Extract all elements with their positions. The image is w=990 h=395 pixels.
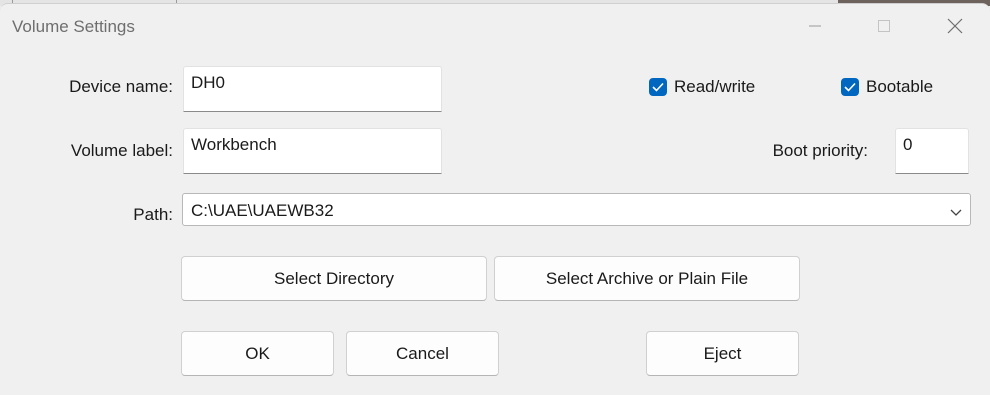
volume-label-label: Volume label: bbox=[70, 141, 173, 160]
checkmark-icon bbox=[844, 82, 856, 92]
close-icon bbox=[947, 18, 963, 34]
boot-priority-label: Boot priority: bbox=[772, 141, 868, 160]
read-write-check[interactable] bbox=[649, 78, 667, 96]
bootable-check[interactable] bbox=[841, 78, 859, 96]
dropdown-button[interactable] bbox=[950, 203, 962, 223]
boot-priority-field[interactable]: 0 bbox=[895, 128, 969, 174]
window-title: Volume Settings bbox=[12, 17, 135, 36]
minimize-button[interactable] bbox=[792, 4, 838, 48]
path-dropdown[interactable]: C:\UAE\UAEWB32 bbox=[182, 193, 971, 226]
volume-label-value: Workbench bbox=[191, 135, 277, 154]
device-name-field[interactable]: DH0 bbox=[183, 66, 442, 112]
maximize-icon bbox=[878, 20, 890, 32]
bootable-checkbox[interactable]: Bootable bbox=[841, 77, 933, 97]
volume-settings-dialog: Volume Settings Device name: DH0 Read/wr… bbox=[0, 3, 990, 395]
close-button[interactable] bbox=[932, 4, 978, 48]
title-bar[interactable]: Volume Settings bbox=[0, 4, 990, 48]
cancel-button[interactable]: Cancel bbox=[346, 331, 499, 376]
read-write-checkbox[interactable]: Read/write bbox=[649, 77, 755, 97]
boot-priority-value: 0 bbox=[903, 135, 913, 154]
path-value: C:\UAE\UAEWB32 bbox=[191, 201, 334, 220]
device-name-label: Device name: bbox=[69, 77, 173, 96]
select-archive-button[interactable]: Select Archive or Plain File bbox=[494, 256, 800, 301]
bootable-label: Bootable bbox=[866, 77, 934, 96]
read-write-label: Read/write bbox=[674, 77, 756, 96]
maximize-button[interactable] bbox=[861, 4, 907, 48]
eject-button[interactable]: Eject bbox=[646, 331, 799, 376]
minimize-icon bbox=[809, 25, 821, 27]
device-name-value: DH0 bbox=[191, 73, 226, 92]
path-label: Path: bbox=[133, 205, 173, 224]
select-directory-button[interactable]: Select Directory bbox=[181, 256, 487, 301]
volume-label-field[interactable]: Workbench bbox=[183, 128, 442, 174]
chevron-down-icon bbox=[950, 209, 962, 216]
checkmark-icon bbox=[652, 82, 664, 92]
ok-button[interactable]: OK bbox=[181, 331, 334, 376]
